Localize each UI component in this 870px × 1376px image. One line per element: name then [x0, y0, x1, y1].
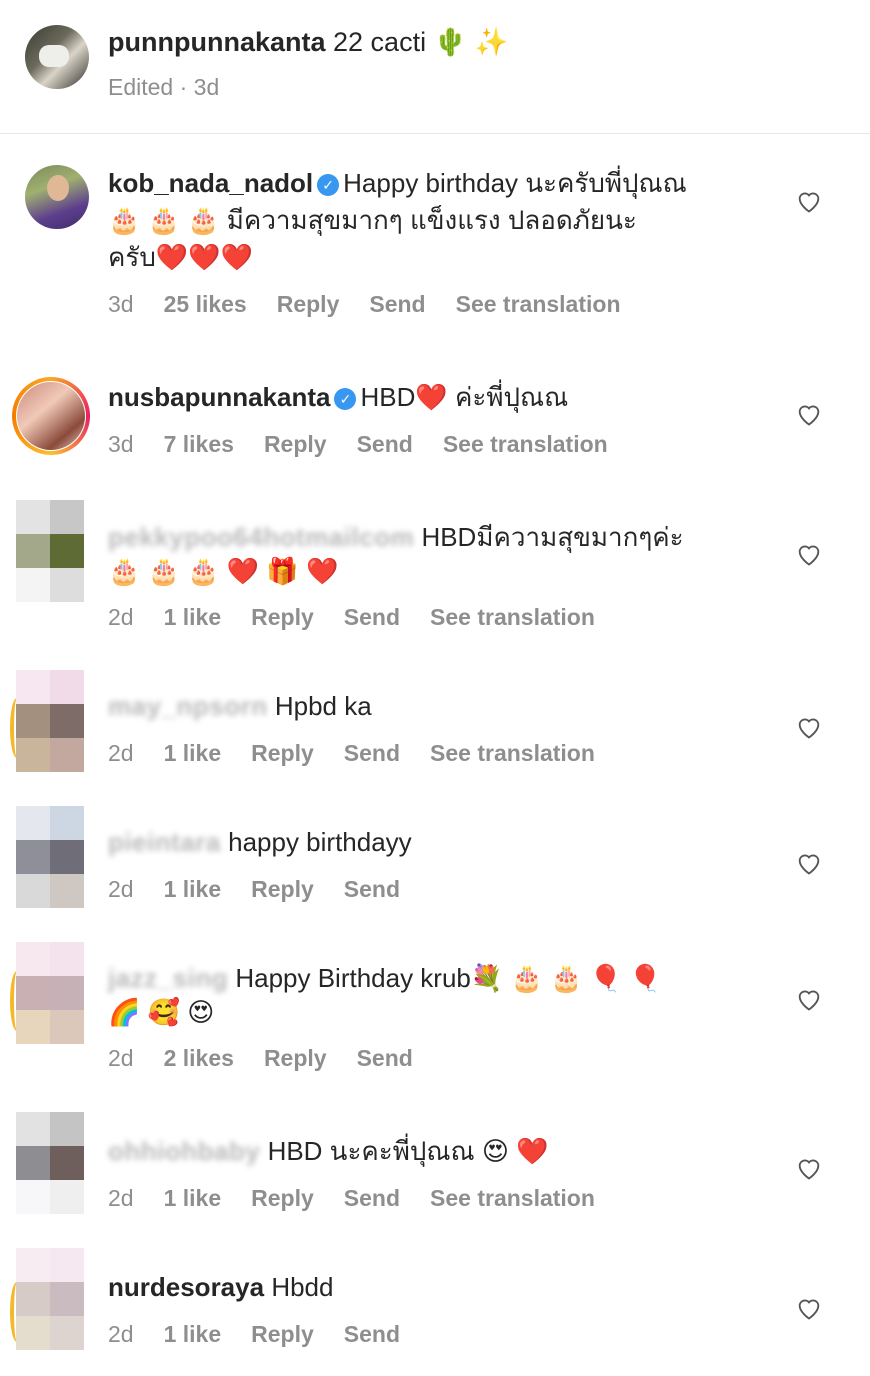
send-button[interactable]: Send	[344, 1185, 400, 1211]
reply-button[interactable]: Reply	[251, 740, 314, 766]
comment-text-line2: 🎂 🎂 🎂 ❤️ 🎁 ❤️	[108, 556, 339, 586]
avatar-pixelated[interactable]	[16, 1248, 84, 1350]
reply-button[interactable]: Reply	[264, 1045, 327, 1071]
comment-text: pekkypoo64hotmailcom HBDมีความสุขมากๆค่ะ	[108, 522, 684, 552]
send-button[interactable]: Send	[357, 1045, 413, 1071]
username[interactable]: nusbapunnakanta	[108, 382, 330, 412]
avatar-pixelated[interactable]	[16, 500, 84, 602]
reply-button[interactable]: Reply	[251, 1321, 314, 1347]
avatar[interactable]	[25, 25, 89, 89]
likes-count[interactable]: 1 like	[164, 604, 222, 630]
username[interactable]: nurdesoraya	[108, 1272, 264, 1302]
likes-count[interactable]: 1 like	[164, 1185, 222, 1211]
avatar-pixelated[interactable]	[16, 1112, 84, 1214]
comment-text: pieintara happy birthdayy	[108, 827, 412, 857]
see-translation-button[interactable]: See translation	[430, 740, 595, 766]
like-heart-icon[interactable]	[795, 1154, 823, 1182]
comment-meta: 2d 1 like Reply Send	[108, 1321, 401, 1347]
comment-meta: 2d 2 likes Reply Send	[108, 1045, 413, 1071]
comment-meta: 3d 7 likes Reply Send See translation	[108, 431, 608, 457]
likes-count[interactable]: 2 likes	[164, 1045, 234, 1071]
comment-text-line2: 🎂 🎂 🎂 มีความสุขมากๆ แข็งแรง ปลอดภัยนะ	[108, 205, 637, 235]
username-blurred[interactable]: jazz_sing	[108, 963, 228, 993]
like-heart-icon[interactable]	[795, 187, 823, 215]
reply-button[interactable]: Reply	[251, 876, 314, 902]
post-caption: punnpunnakanta 22 cacti 🌵 ✨ Edited · 3d	[0, 0, 870, 133]
like-heart-icon[interactable]	[795, 849, 823, 877]
like-heart-icon[interactable]	[795, 985, 823, 1013]
like-heart-icon[interactable]	[795, 713, 823, 741]
send-button[interactable]: Send	[369, 291, 425, 317]
avatar-pixelated[interactable]	[16, 670, 84, 772]
likes-count[interactable]: 1 like	[164, 876, 222, 902]
comment-meta: 2d 1 like Reply Send	[108, 876, 401, 902]
comment-text-line3: ครับ❤️❤️❤️	[108, 242, 253, 272]
comment-text: ohhiohbaby HBD นะคะพี่ปุณณ 😍 ❤️	[108, 1136, 549, 1166]
likes-count[interactable]: 25 likes	[164, 291, 247, 317]
comment-text-line2: 🌈 🥰 😍	[108, 997, 215, 1027]
send-button[interactable]: Send	[344, 876, 400, 902]
username[interactable]: kob_nada_nadol	[108, 168, 313, 198]
like-heart-icon[interactable]	[795, 540, 823, 568]
reply-button[interactable]: Reply	[251, 1185, 314, 1211]
comment-text: nurdesoraya Hbdd	[108, 1272, 334, 1302]
comment-text: may_npsorn Hpbd ka	[108, 691, 372, 721]
username-blurred[interactable]: pekkypoo64hotmailcom	[108, 522, 414, 552]
avatar-pixelated[interactable]	[16, 806, 84, 908]
caption-meta: Edited · 3d	[108, 74, 220, 100]
comment-text: jazz_sing Happy Birthday krub💐 🎂 🎂 🎈 🎈	[108, 963, 662, 993]
see-translation-button[interactable]: See translation	[443, 431, 608, 457]
comment-time: 3d	[108, 291, 134, 317]
see-translation-button[interactable]: See translation	[430, 604, 595, 630]
comment-meta: 3d 25 likes Reply Send See translation	[108, 289, 651, 319]
comment-meta: 2d 1 like Reply Send See translation	[108, 740, 595, 766]
verified-icon: ✓	[317, 174, 340, 196]
send-button[interactable]: Send	[357, 431, 413, 457]
avatar[interactable]	[17, 382, 85, 450]
likes-count[interactable]: 1 like	[164, 740, 222, 766]
avatar[interactable]	[25, 165, 89, 229]
likes-count[interactable]: 7 likes	[164, 431, 234, 457]
verified-icon: ✓	[334, 388, 357, 410]
avatar-pixelated[interactable]	[16, 942, 84, 1044]
divider	[0, 133, 870, 134]
like-heart-icon[interactable]	[795, 1294, 823, 1322]
reply-button[interactable]: Reply	[251, 604, 314, 630]
username-blurred[interactable]: pieintara	[108, 827, 221, 857]
username[interactable]: punnpunnakanta	[108, 27, 326, 57]
reply-button[interactable]: Reply	[264, 431, 327, 457]
see-translation-button[interactable]: See translation	[430, 1185, 595, 1211]
likes-count[interactable]: 1 like	[164, 1321, 222, 1347]
comment-meta: 2d 1 like Reply Send See translation	[108, 604, 595, 630]
username-blurred[interactable]: may_npsorn	[108, 691, 268, 721]
caption-line: punnpunnakanta 22 cacti 🌵 ✨	[108, 22, 508, 62]
comment-text: nusbapunnakanta ✓ HBD❤️ ค่ะพี่ปุณณ	[108, 382, 569, 412]
send-button[interactable]: Send	[344, 740, 400, 766]
send-button[interactable]: Send	[344, 604, 400, 630]
like-heart-icon[interactable]	[795, 400, 823, 428]
reply-button[interactable]: Reply	[277, 291, 340, 317]
comment-text: kob_nada_nadol ✓ Happy birthday นะครับพี่ป…	[108, 168, 687, 198]
comment-meta: 2d 1 like Reply Send See translation	[108, 1185, 595, 1211]
see-translation-button[interactable]: See translation	[456, 291, 621, 317]
caption-text: 22 cacti 🌵 ✨	[333, 27, 509, 57]
username-blurred[interactable]: ohhiohbaby	[108, 1136, 260, 1166]
send-button[interactable]: Send	[344, 1321, 400, 1347]
